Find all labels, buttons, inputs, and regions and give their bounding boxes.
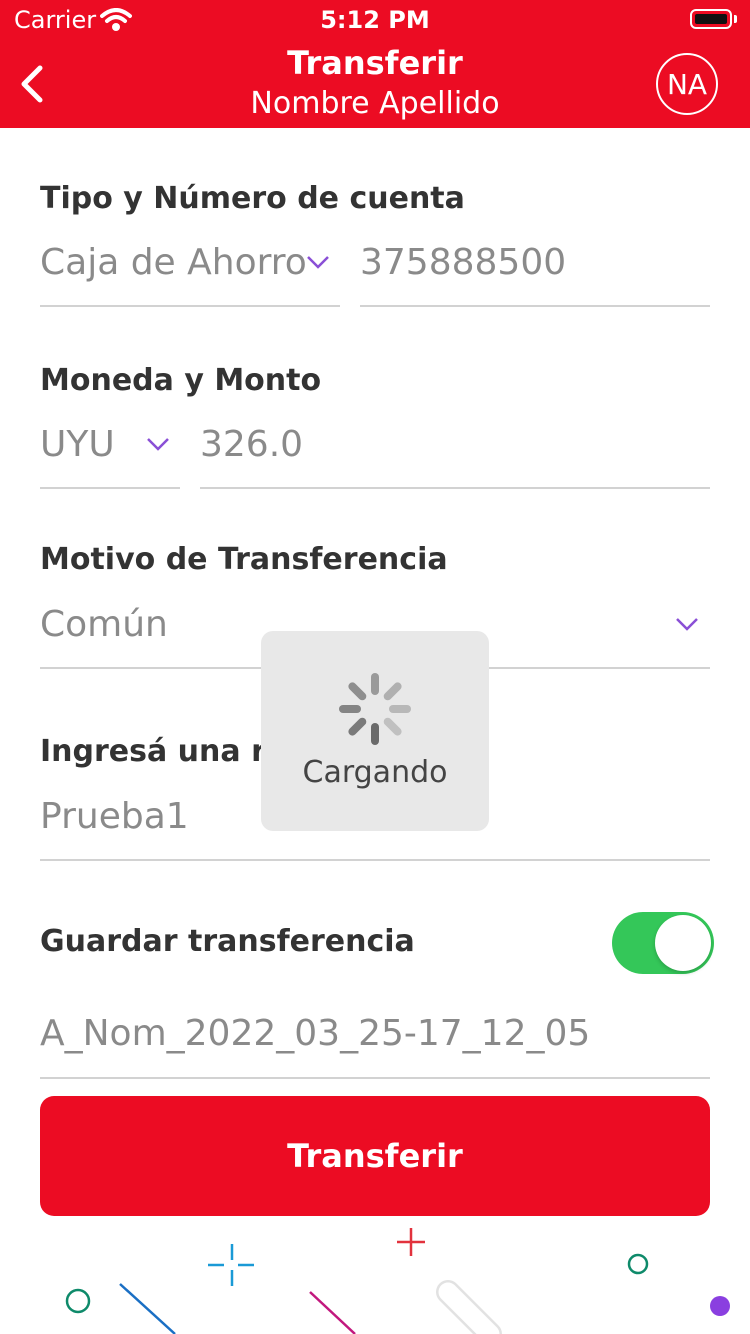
toggle-knob [655, 915, 711, 971]
amount-underline [200, 487, 710, 489]
app-header: Carrier 5:12 PM Transferir Nombre Apelli… [0, 0, 750, 128]
save-transfer-toggle[interactable] [612, 912, 714, 974]
page-title: Transferir [287, 44, 463, 82]
loading-overlay: Cargando [261, 631, 489, 831]
save-name-underline [40, 1077, 710, 1079]
spinner-icon [339, 673, 411, 745]
currency-underline [40, 487, 180, 489]
account-label: Tipo y Número de cuenta [40, 181, 465, 216]
reason-label: Motivo de Transferencia [40, 542, 448, 577]
account-type-underline [40, 305, 340, 307]
account-number-underline [360, 305, 710, 307]
loading-text: Cargando [302, 755, 448, 790]
reason-select[interactable]: Común [40, 604, 168, 645]
amount-input[interactable]: 326.0 [200, 424, 303, 465]
amount-label: Moneda y Monto [40, 363, 322, 398]
reference-input[interactable]: Prueba1 [40, 796, 189, 837]
currency-select[interactable]: UYU [40, 424, 115, 465]
battery-icon [690, 9, 732, 29]
chevron-down-icon[interactable] [146, 436, 170, 452]
page-subtitle: Nombre Apellido [250, 86, 500, 121]
reference-underline [40, 859, 710, 861]
account-type-select[interactable]: Caja de Ahorro [40, 242, 307, 283]
chevron-down-icon[interactable] [306, 254, 330, 270]
status-bar: Carrier 5:12 PM [0, 0, 750, 40]
decorative-pattern [65, 1228, 730, 1334]
account-number-input[interactable]: 375888500 [360, 242, 566, 283]
transfer-button[interactable]: Transferir [40, 1096, 710, 1216]
chevron-down-icon[interactable] [675, 616, 699, 632]
save-name-input[interactable]: A_Nom_2022_03_25-17_12_05 [40, 1013, 590, 1054]
avatar[interactable]: NA [656, 53, 718, 115]
status-time: 5:12 PM [320, 6, 430, 34]
save-transfer-label: Guardar transferencia [40, 924, 415, 959]
battery-tip [734, 15, 737, 23]
reference-label: Ingresá una re [40, 734, 287, 769]
